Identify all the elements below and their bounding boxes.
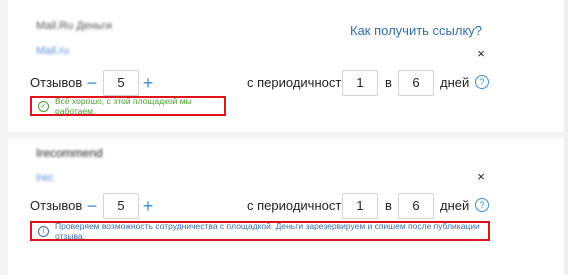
- days-label: дней: [440, 75, 470, 90]
- help-icon[interactable]: ?: [475, 198, 489, 212]
- period-days-input[interactable]: 6: [398, 70, 434, 96]
- in-label: в: [385, 198, 392, 213]
- close-icon[interactable]: ×: [474, 169, 488, 184]
- increment-button[interactable]: +: [138, 73, 158, 93]
- how-to-get-link[interactable]: Как получить ссылку?: [350, 23, 482, 38]
- status-notice-text: Проверяем возможность сотрудничества с п…: [55, 221, 480, 241]
- status-notice-info: i Проверяем возможность сотрудничества с…: [30, 221, 490, 241]
- check-circle-icon: ✓: [38, 100, 49, 112]
- platform-name-blurred: Irecommend: [36, 146, 103, 160]
- in-label: в: [385, 75, 392, 90]
- decrement-button[interactable]: −: [82, 196, 102, 216]
- platform-url-blurred[interactable]: Mail.ru: [36, 45, 69, 57]
- status-notice-text: Всё хорошо, с этой площадкой мы работаем…: [55, 96, 192, 116]
- reviews-row: Отзывов − 5 + с периодичностью 1 в 6 дне…: [30, 70, 500, 96]
- reviews-count-input[interactable]: 5: [103, 193, 139, 219]
- reviews-row: Отзывов − 5 + с периодичностью 1 в 6 дне…: [30, 193, 500, 219]
- platform-name-blurred: Mail.Ru Деньги: [36, 20, 112, 32]
- days-label: дней: [440, 198, 470, 213]
- left-gutter: [0, 0, 8, 275]
- increment-button[interactable]: +: [138, 196, 158, 216]
- reviews-label: Отзывов: [30, 198, 83, 213]
- decrement-button[interactable]: −: [82, 73, 102, 93]
- period-days-input[interactable]: 6: [398, 193, 434, 219]
- close-icon[interactable]: ×: [474, 46, 488, 61]
- period-every-input[interactable]: 1: [342, 70, 378, 96]
- help-icon[interactable]: ?: [475, 75, 489, 89]
- info-circle-icon: i: [38, 225, 49, 237]
- reviews-count-input[interactable]: 5: [103, 70, 139, 96]
- period-every-input[interactable]: 1: [342, 193, 378, 219]
- reviews-label: Отзывов: [30, 75, 83, 90]
- status-notice-ok: ✓ Всё хорошо, с этой площадкой мы работа…: [30, 96, 226, 116]
- platform-url-blurred[interactable]: irec: [36, 172, 54, 184]
